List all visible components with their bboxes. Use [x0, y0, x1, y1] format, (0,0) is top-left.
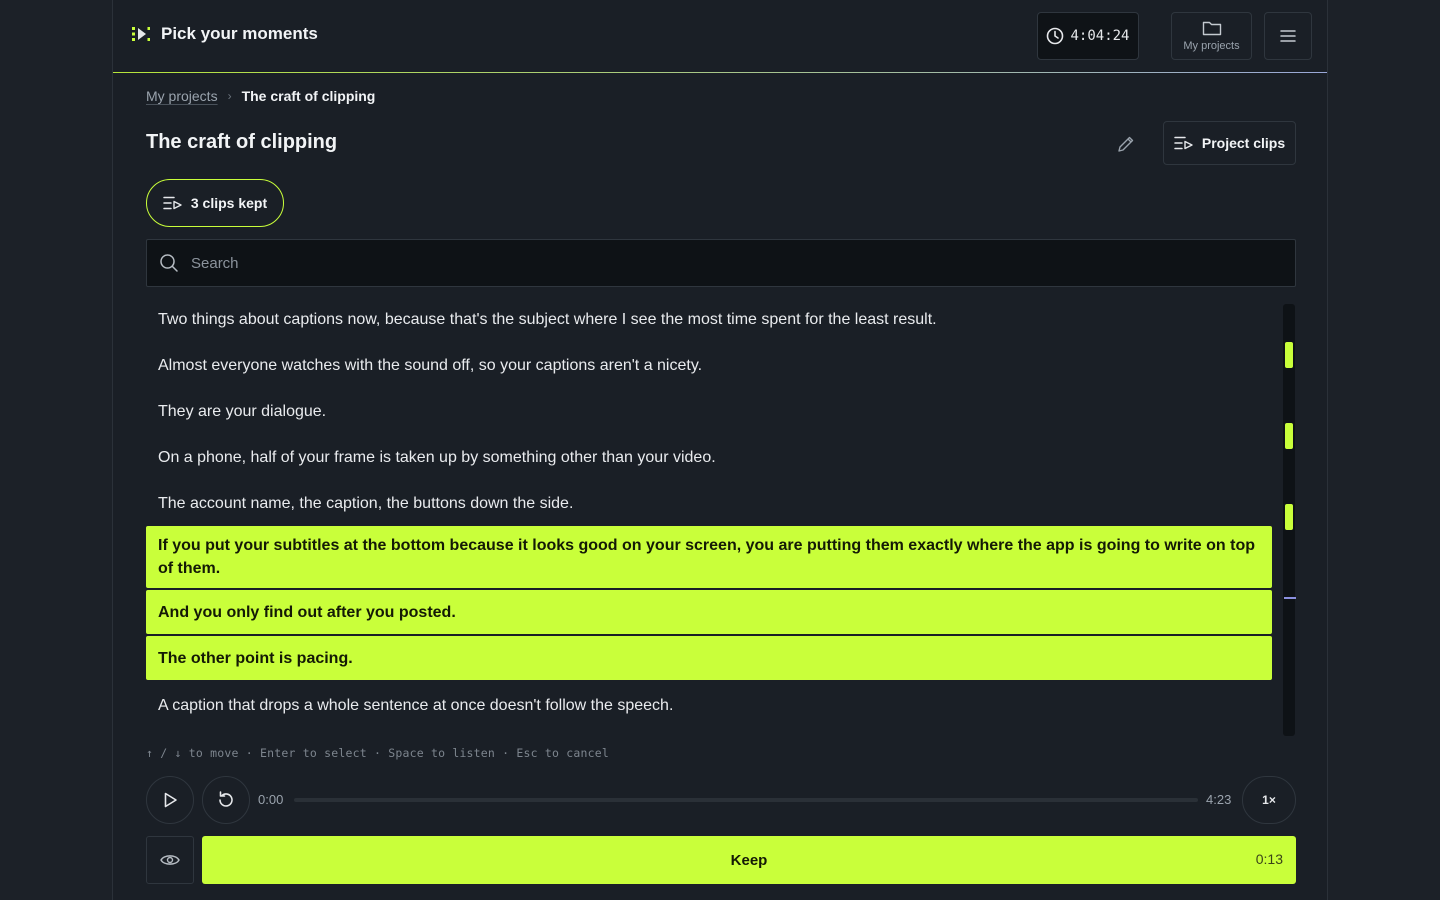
transcript-line[interactable]: A caption that drops a whole sentence at…: [146, 682, 1272, 728]
folder-icon: [1202, 21, 1221, 36]
session-timer: 4:04:24: [1037, 12, 1139, 60]
timer-value: 4:04:24: [1070, 28, 1130, 44]
logo-icon: [132, 27, 150, 41]
transcript-line-kept[interactable]: The other point is pacing.: [146, 636, 1272, 680]
keep-label: Keep: [730, 851, 768, 869]
breadcrumb: My projects › The craft of clipping: [146, 88, 375, 104]
breadcrumb-separator: ›: [227, 89, 232, 103]
transcript-scrollbar[interactable]: [1283, 304, 1296, 736]
menu-button[interactable]: [1264, 12, 1312, 60]
kept-clip-marker[interactable]: [1285, 504, 1293, 530]
playback-progress[interactable]: [294, 798, 1198, 802]
transcript-line[interactable]: Two things about captions now, because t…: [146, 296, 1272, 342]
replay-button[interactable]: [202, 776, 250, 824]
project-clips-button[interactable]: Project clips: [1163, 121, 1296, 165]
current-time: 0:00: [258, 792, 284, 807]
my-projects-label: My projects: [1183, 40, 1240, 52]
edit-title-button[interactable]: [1113, 131, 1139, 157]
breadcrumb-my-projects[interactable]: My projects: [146, 88, 218, 104]
scroll-position-indicator: [1284, 597, 1296, 599]
app-title: Pick your moments: [161, 24, 318, 43]
transcript-line[interactable]: They are your dialogue.: [146, 388, 1272, 434]
keep-duration: 0:13: [1255, 851, 1283, 867]
eye-icon: [160, 855, 180, 865]
play-icon: [164, 792, 177, 808]
play-button[interactable]: [146, 776, 194, 824]
preview-toggle-button[interactable]: [146, 836, 194, 884]
kept-clip-marker[interactable]: [1285, 423, 1293, 449]
playback-speed-button[interactable]: 1×: [1242, 776, 1296, 824]
clock-icon: [1047, 27, 1064, 45]
brand: Pick your moments: [131, 24, 318, 44]
kept-clip-marker[interactable]: [1285, 342, 1293, 368]
total-duration: 4:23: [1206, 792, 1232, 807]
search-icon: [160, 254, 178, 272]
search-input[interactable]: [191, 254, 1191, 272]
keep-button[interactable]: Keep 0:13: [202, 836, 1296, 884]
pencil-icon: [1118, 136, 1134, 152]
search-bar: [146, 239, 1296, 287]
transcript-list: Two things about captions now, because t…: [146, 296, 1272, 728]
transcript-line[interactable]: On a phone, half of your frame is taken …: [146, 434, 1272, 480]
app-window: Pick your moments 4:04:24 My projects My…: [112, 0, 1328, 900]
transcript-line[interactable]: Almost everyone watches with the sound o…: [146, 342, 1272, 388]
transcript-line-kept[interactable]: And you only find out after you posted.: [146, 590, 1272, 634]
hamburger-icon: [1280, 30, 1296, 42]
project-clips-label: Project clips: [1201, 135, 1286, 151]
top-bar: Pick your moments 4:04:24 My projects: [113, 0, 1327, 73]
clip-list-icon: [163, 196, 182, 210]
keyboard-hint: ↑ / ↓ to move · Enter to select · Space …: [146, 746, 610, 760]
my-projects-button[interactable]: My projects: [1171, 12, 1252, 60]
clip-list-icon: [1174, 136, 1193, 150]
transcript-line-kept[interactable]: If you put your subtitles at the bottom …: [146, 526, 1272, 588]
replay-icon: [219, 791, 233, 807]
breadcrumb-current: The craft of clipping: [241, 88, 376, 104]
clips-kept-label: 3 clips kept: [190, 195, 268, 211]
page-title: The craft of clipping: [146, 131, 338, 153]
clips-kept-button[interactable]: 3 clips kept: [146, 179, 284, 227]
transcript-line[interactable]: The account name, the caption, the butto…: [146, 480, 1272, 526]
